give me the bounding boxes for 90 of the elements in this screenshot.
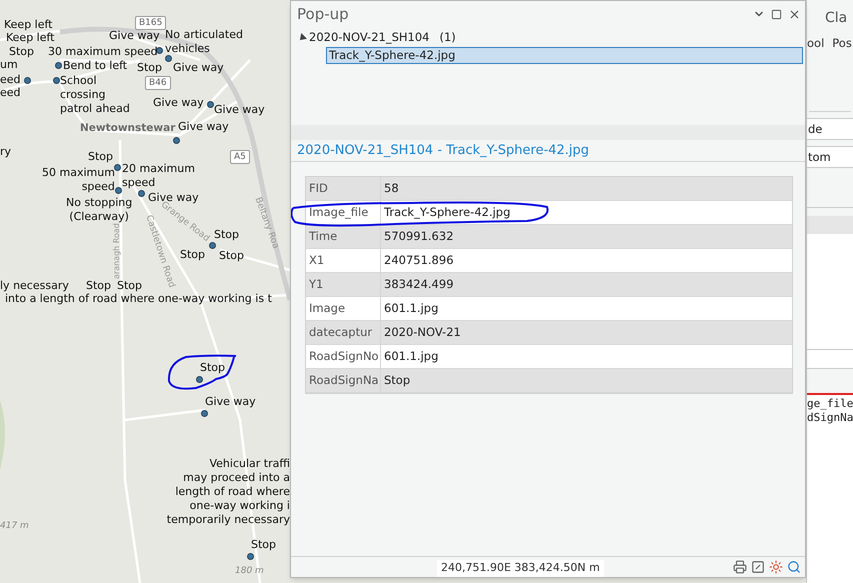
text-field[interactable]: de [807, 118, 853, 140]
sign-label: ly necessary [0, 279, 69, 293]
map-point-icon[interactable] [114, 164, 121, 171]
code-line: dSignNa [807, 411, 853, 425]
pane-tab[interactable]: Pos [832, 35, 852, 52]
map-point-icon[interactable] [24, 77, 31, 84]
field-name: X1 [309, 252, 324, 269]
place-label: Newtownstewar [80, 121, 176, 135]
sign-label: School crossing patrol ahead [60, 74, 130, 116]
feature-heading: 2020-NOV-21_SH104 - Track_Y-Sphere-42.jpg [297, 142, 590, 160]
close-icon[interactable] [788, 8, 801, 20]
map-point-icon[interactable] [156, 47, 163, 54]
sign-label: Keep left [4, 18, 52, 32]
sign-label: Stop [180, 248, 206, 262]
map-point-icon[interactable] [196, 376, 203, 383]
elevation-label: 180 m [235, 565, 264, 577]
print-icon[interactable] [733, 560, 747, 574]
pane-tab[interactable]: ool [807, 35, 824, 52]
sign-label: Stop [86, 279, 112, 293]
sign-label: Give way [153, 96, 204, 110]
road-shield: B46 [145, 76, 171, 90]
expand-caret-icon[interactable] [297, 33, 307, 43]
road-name-label: aranagh Road [112, 223, 122, 279]
pane-title: Cla [825, 9, 848, 28]
sign-label: Stop [117, 279, 142, 293]
sign-label: eed [0, 73, 21, 87]
sign-label: Stop [9, 45, 34, 59]
tree-feature-item[interactable]: Track_Y-Sphere-42.jpg [326, 47, 803, 64]
sign-label: Vehicular traffi may proceed into a length of road where one-way working i temporarily necessary [166, 457, 290, 527]
field-value: Stop [384, 372, 410, 389]
field-name: Y1 [309, 276, 324, 293]
sign-label: Stop [88, 150, 114, 164]
sign-label: Keep left [6, 31, 54, 45]
code-line: ge_file [807, 397, 853, 411]
sign-label: Stop [214, 228, 240, 242]
sign-label: Bend to left [63, 59, 128, 73]
field-name: Time [309, 228, 338, 245]
sign-label: eed [0, 86, 21, 100]
sign-label: Give way [214, 103, 265, 117]
sign-label: into a length of road where one-way working is t [5, 292, 272, 306]
road-shield: A5 [230, 150, 250, 164]
sign-label: 20 maximum speed [122, 162, 195, 190]
field-value: 601.1.jpg [384, 300, 438, 317]
road-shield: B165 [135, 16, 166, 30]
sign-label: um [0, 58, 18, 72]
map-point-icon[interactable] [207, 101, 214, 108]
sign-label: 30 maximum speed [48, 45, 158, 59]
maximize-icon[interactable] [771, 8, 782, 20]
sign-label: No articulated vehicles [165, 28, 243, 56]
sign-label: No stopping (Clearway) [66, 196, 132, 224]
map-point-icon[interactable] [165, 55, 172, 62]
map-point-icon[interactable] [209, 242, 216, 249]
header-strip [807, 216, 853, 234]
map-point-icon[interactable] [55, 62, 62, 69]
map-point-icon[interactable] [53, 77, 60, 84]
map-point-icon[interactable] [173, 137, 180, 144]
field-value: Track_Y-Sphere-42.jpg [384, 204, 510, 221]
field-value: 58 [384, 180, 399, 197]
field-name: RoadSignNa [309, 372, 379, 389]
field-name: Image [309, 300, 346, 317]
sign-label: Stop [219, 249, 244, 263]
field-name: Image_file [309, 204, 368, 221]
field-value: 240751.896 [384, 252, 454, 269]
tree-layer-item[interactable]: 2020-NOV-21_SH104 [309, 29, 430, 47]
sign-label: Give way [178, 120, 229, 134]
field-name: RoadSignNo [309, 348, 379, 365]
sign-label: Stop [200, 361, 226, 375]
field-value: 2020-NOV-21 [384, 324, 461, 341]
sign-label: Give way [205, 395, 256, 409]
field-value: 570991.632 [384, 228, 454, 245]
map-point-icon[interactable] [138, 190, 145, 197]
map-point-icon[interactable] [115, 187, 122, 194]
sign-label: Give way [173, 61, 224, 75]
field-value: 601.1.jpg [384, 348, 438, 365]
coordinates-readout: 240,751.90E 383,424.50N m [437, 560, 604, 576]
map-point-icon[interactable] [247, 553, 254, 560]
search-icon[interactable] [787, 560, 801, 574]
sign-label: ry [0, 145, 12, 159]
field-value: 383424.499 [384, 276, 454, 293]
feature-count: (1) [440, 29, 456, 46]
sign-label: Stop [251, 538, 276, 552]
map-point-icon[interactable] [201, 410, 208, 417]
sign-label: 50 maximum speed [42, 166, 115, 194]
elevation-label: 417 m [0, 520, 29, 532]
text-field[interactable]: tom [807, 146, 853, 168]
field-name: datecaptur [309, 324, 372, 341]
sign-label: Stop [137, 61, 162, 75]
panel-title: Pop-up [297, 4, 349, 25]
sign-label: Give way [109, 29, 160, 43]
field-name: FID [309, 180, 328, 197]
